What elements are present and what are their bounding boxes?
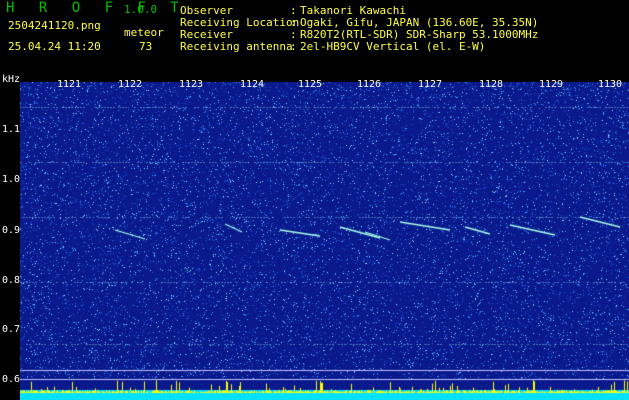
x-tick-label: 1130	[598, 79, 623, 90]
y-axis-unit: kHz	[2, 74, 21, 85]
file-name: 2504241120.png	[8, 19, 101, 32]
detection-mode: meteor	[124, 26, 164, 39]
spectrogram-canvas	[20, 82, 629, 400]
x-tick-label: 1126	[357, 79, 382, 90]
app-title: H R O F F T	[6, 0, 187, 16]
x-tick-label: 1129	[539, 79, 564, 90]
hrofft-screen: H R O F F T 1.0.0 2504241120.png 25.04.2…	[0, 0, 629, 400]
y-tick-label: 0.8	[2, 275, 21, 286]
x-tick-label: 1125	[298, 79, 323, 90]
app-version: 1.0.0	[124, 3, 158, 16]
meteor-count: 73	[139, 40, 153, 53]
y-tick-label: 0.7	[2, 324, 21, 335]
x-tick-label: 1122	[118, 79, 143, 90]
x-tick-label: 1128	[479, 79, 504, 90]
x-tick-label: 1127	[418, 79, 443, 90]
info-key-antenna: Receiving antenna	[180, 40, 293, 53]
info-sep: :	[290, 40, 297, 53]
x-tick-label: 1121	[57, 79, 82, 90]
x-tick-label: 1124	[240, 79, 265, 90]
y-tick-label: 1.1	[2, 124, 21, 135]
info-value-antenna: 2el-HB9CV Vertical (el. E-W)	[300, 40, 486, 53]
x-tick-label: 1123	[179, 79, 204, 90]
y-tick-label: 0.9	[2, 225, 21, 236]
file-datetime: 25.04.24 11:20	[8, 40, 101, 53]
y-tick-label: 1.0	[2, 174, 21, 185]
y-tick-label: 0.6	[2, 374, 21, 385]
